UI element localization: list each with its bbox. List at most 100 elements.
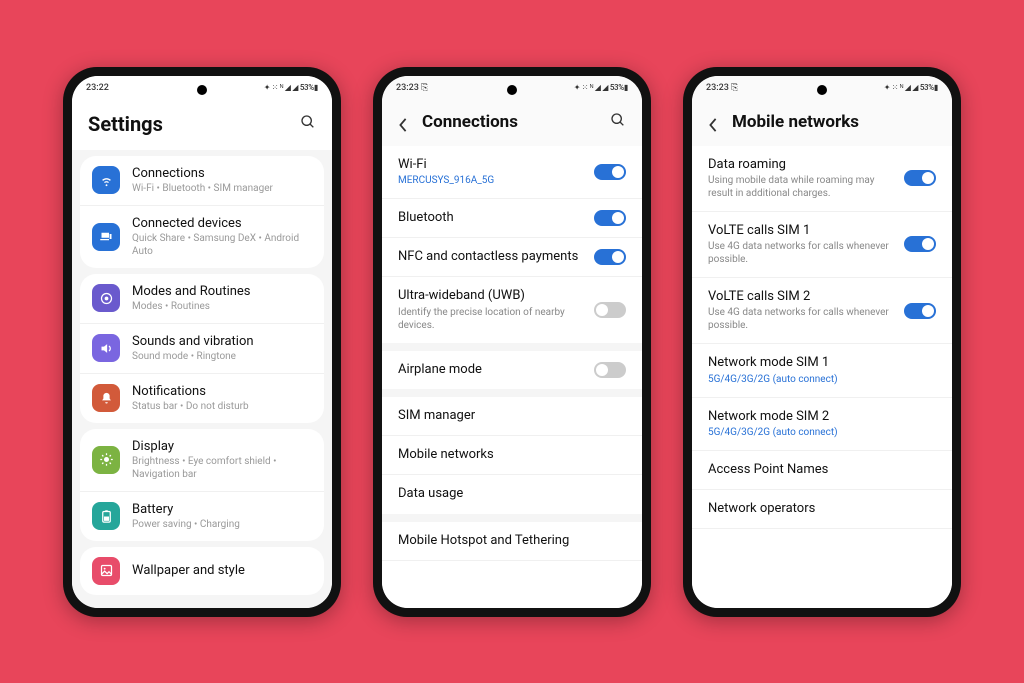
list-item[interactable]: Access Point Names — [692, 451, 952, 490]
display-icon — [92, 446, 120, 474]
list-item[interactable]: VoLTE calls SIM 1Use 4G data networks fo… — [692, 212, 952, 278]
item-text: Wi-FiMERCUSYS_916A_5G — [398, 157, 582, 187]
item-text: Network mode SIM 25G/4G/3G/2G (auto conn… — [708, 409, 936, 439]
list-item[interactable]: Network operators — [692, 490, 952, 529]
list-item[interactable]: Bluetooth — [382, 199, 642, 238]
header: Connections — [382, 100, 642, 146]
settings-group: ConnectionsWi-Fi • Bluetooth • SIM manag… — [80, 156, 324, 268]
item-label: Network operators — [708, 501, 936, 517]
item-text: Bluetooth — [398, 210, 582, 226]
toggle-switch[interactable] — [904, 170, 936, 186]
section-gap — [382, 514, 642, 522]
list-item[interactable]: Mobile Hotspot and Tethering — [382, 522, 642, 561]
item-label: Airplane mode — [398, 362, 582, 378]
list-item[interactable]: VoLTE calls SIM 2Use 4G data networks fo… — [692, 278, 952, 344]
item-text: NFC and contactless payments — [398, 249, 582, 265]
item-text: Sounds and vibrationSound mode • Rington… — [132, 334, 312, 363]
wifi-icon — [92, 166, 120, 194]
item-label: Mobile Hotspot and Tethering — [398, 533, 626, 549]
list-item[interactable]: Mobile networks — [382, 436, 642, 475]
phone-mobile-networks: 23:23 ⎘ ✦ ⁙ ᴺ ◢ ◢ 53%▮ Mobile networks D… — [683, 67, 961, 617]
toggle-switch[interactable] — [594, 362, 626, 378]
screen-connections: 23:23 ⎘ ✦ ⁙ ᴺ ◢ ◢ 53%▮ Connections Wi-Fi… — [382, 76, 642, 608]
item-label: Notifications — [132, 384, 312, 399]
list-item[interactable]: Airplane mode — [382, 351, 642, 389]
item-label: Network mode SIM 2 — [708, 409, 936, 425]
toggle-switch[interactable] — [594, 302, 626, 318]
item-label: Data usage — [398, 486, 626, 502]
routines-icon — [92, 284, 120, 312]
item-text: NotificationsStatus bar • Do not disturb — [132, 384, 312, 413]
status-time: 23:23 ⎘ — [396, 83, 428, 93]
toggle-switch[interactable] — [594, 249, 626, 265]
item-label: Connections — [132, 166, 312, 181]
item-text: Data usage — [398, 486, 626, 502]
settings-item[interactable]: BatteryPower saving • Charging — [80, 492, 324, 541]
toggle-switch[interactable] — [594, 164, 626, 180]
list-item[interactable]: Wi-FiMERCUSYS_916A_5G — [382, 146, 642, 199]
item-label: NFC and contactless payments — [398, 249, 582, 265]
settings-item[interactable]: NotificationsStatus bar • Do not disturb — [80, 374, 324, 423]
item-sublabel: Use 4G data networks for calls whenever … — [708, 306, 892, 332]
settings-group: Wallpaper and style — [80, 547, 324, 595]
battery-icon — [92, 502, 120, 530]
page-title: Settings — [88, 112, 286, 136]
item-sublabel: MERCUSYS_916A_5G — [398, 174, 582, 187]
list-item[interactable]: Data roamingUsing mobile data while roam… — [692, 146, 952, 212]
settings-item[interactable]: DisplayBrightness • Eye comfort shield •… — [80, 429, 324, 492]
search-icon[interactable] — [610, 112, 626, 132]
connections-list[interactable]: Wi-FiMERCUSYS_916A_5G Bluetooth NFC and co… — [382, 146, 642, 608]
list-item[interactable]: Network mode SIM 25G/4G/3G/2G (auto conn… — [692, 398, 952, 451]
settings-item[interactable]: ConnectionsWi-Fi • Bluetooth • SIM manag… — [80, 156, 324, 206]
item-label: Sounds and vibration — [132, 334, 312, 349]
item-label: Data roaming — [708, 157, 892, 173]
item-label: Battery — [132, 502, 312, 517]
back-icon[interactable] — [398, 117, 408, 127]
sound-icon — [92, 334, 120, 362]
item-label: Ultra-wideband (UWB) — [398, 288, 582, 304]
settings-item[interactable]: Connected devicesQuick Share • Samsung D… — [80, 206, 324, 268]
toggle-switch[interactable] — [904, 303, 936, 319]
item-sublabel: Use 4G data networks for calls whenever … — [708, 240, 892, 266]
item-text: Ultra-wideband (UWB)Identify the precise… — [398, 288, 582, 331]
item-label: Wi-Fi — [398, 157, 582, 173]
list-item[interactable]: SIM manager — [382, 397, 642, 436]
mobile-networks-list[interactable]: Data roamingUsing mobile data while roam… — [692, 146, 952, 608]
item-text: Wallpaper and style — [132, 563, 312, 578]
item-text: VoLTE calls SIM 2Use 4G data networks fo… — [708, 289, 892, 332]
toggle-switch[interactable] — [904, 236, 936, 252]
item-label: Bluetooth — [398, 210, 582, 226]
devices-icon — [92, 223, 120, 251]
item-text: Modes and RoutinesModes • Routines — [132, 284, 312, 313]
toggle-switch[interactable] — [594, 210, 626, 226]
item-sublabel: Wi-Fi • Bluetooth • SIM manager — [132, 182, 312, 195]
item-text: DisplayBrightness • Eye comfort shield •… — [132, 439, 312, 481]
item-text: Data roamingUsing mobile data while roam… — [708, 157, 892, 200]
list-item[interactable]: Ultra-wideband (UWB)Identify the precise… — [382, 277, 642, 342]
page-title: Connections — [422, 112, 596, 132]
search-icon[interactable] — [300, 114, 316, 134]
back-icon[interactable] — [708, 117, 718, 127]
settings-list[interactable]: ConnectionsWi-Fi • Bluetooth • SIM manag… — [72, 150, 332, 608]
item-label: Connected devices — [132, 216, 312, 231]
phone-settings: 23:22 ✦ ⁙ ᴺ ◢ ◢ 53%▮ Settings Connection… — [63, 67, 341, 617]
list-item[interactable]: Data usage — [382, 475, 642, 513]
list-item[interactable]: Network mode SIM 15G/4G/3G/2G (auto conn… — [692, 344, 952, 397]
item-label: VoLTE calls SIM 2 — [708, 289, 892, 305]
notif-icon — [92, 384, 120, 412]
item-text: Connected devicesQuick Share • Samsung D… — [132, 216, 312, 258]
settings-group: DisplayBrightness • Eye comfort shield •… — [80, 429, 324, 541]
status-icons: ✦ ⁙ ᴺ ◢ ◢ 53%▮ — [264, 83, 318, 92]
wallpaper-icon — [92, 557, 120, 585]
settings-item[interactable]: Sounds and vibrationSound mode • Rington… — [80, 324, 324, 374]
settings-item[interactable]: Modes and RoutinesModes • Routines — [80, 274, 324, 324]
settings-item[interactable]: Wallpaper and style — [80, 547, 324, 595]
item-text: BatteryPower saving • Charging — [132, 502, 312, 531]
item-sublabel: Brightness • Eye comfort shield • Naviga… — [132, 455, 312, 481]
item-label: Mobile networks — [398, 447, 626, 463]
list-item[interactable]: NFC and contactless payments — [382, 238, 642, 277]
item-text: Network mode SIM 15G/4G/3G/2G (auto conn… — [708, 355, 936, 385]
item-text: ConnectionsWi-Fi • Bluetooth • SIM manag… — [132, 166, 312, 195]
status-bar: 23:23 ⎘ ✦ ⁙ ᴺ ◢ ◢ 53%▮ — [382, 76, 642, 100]
item-text: Airplane mode — [398, 362, 582, 378]
